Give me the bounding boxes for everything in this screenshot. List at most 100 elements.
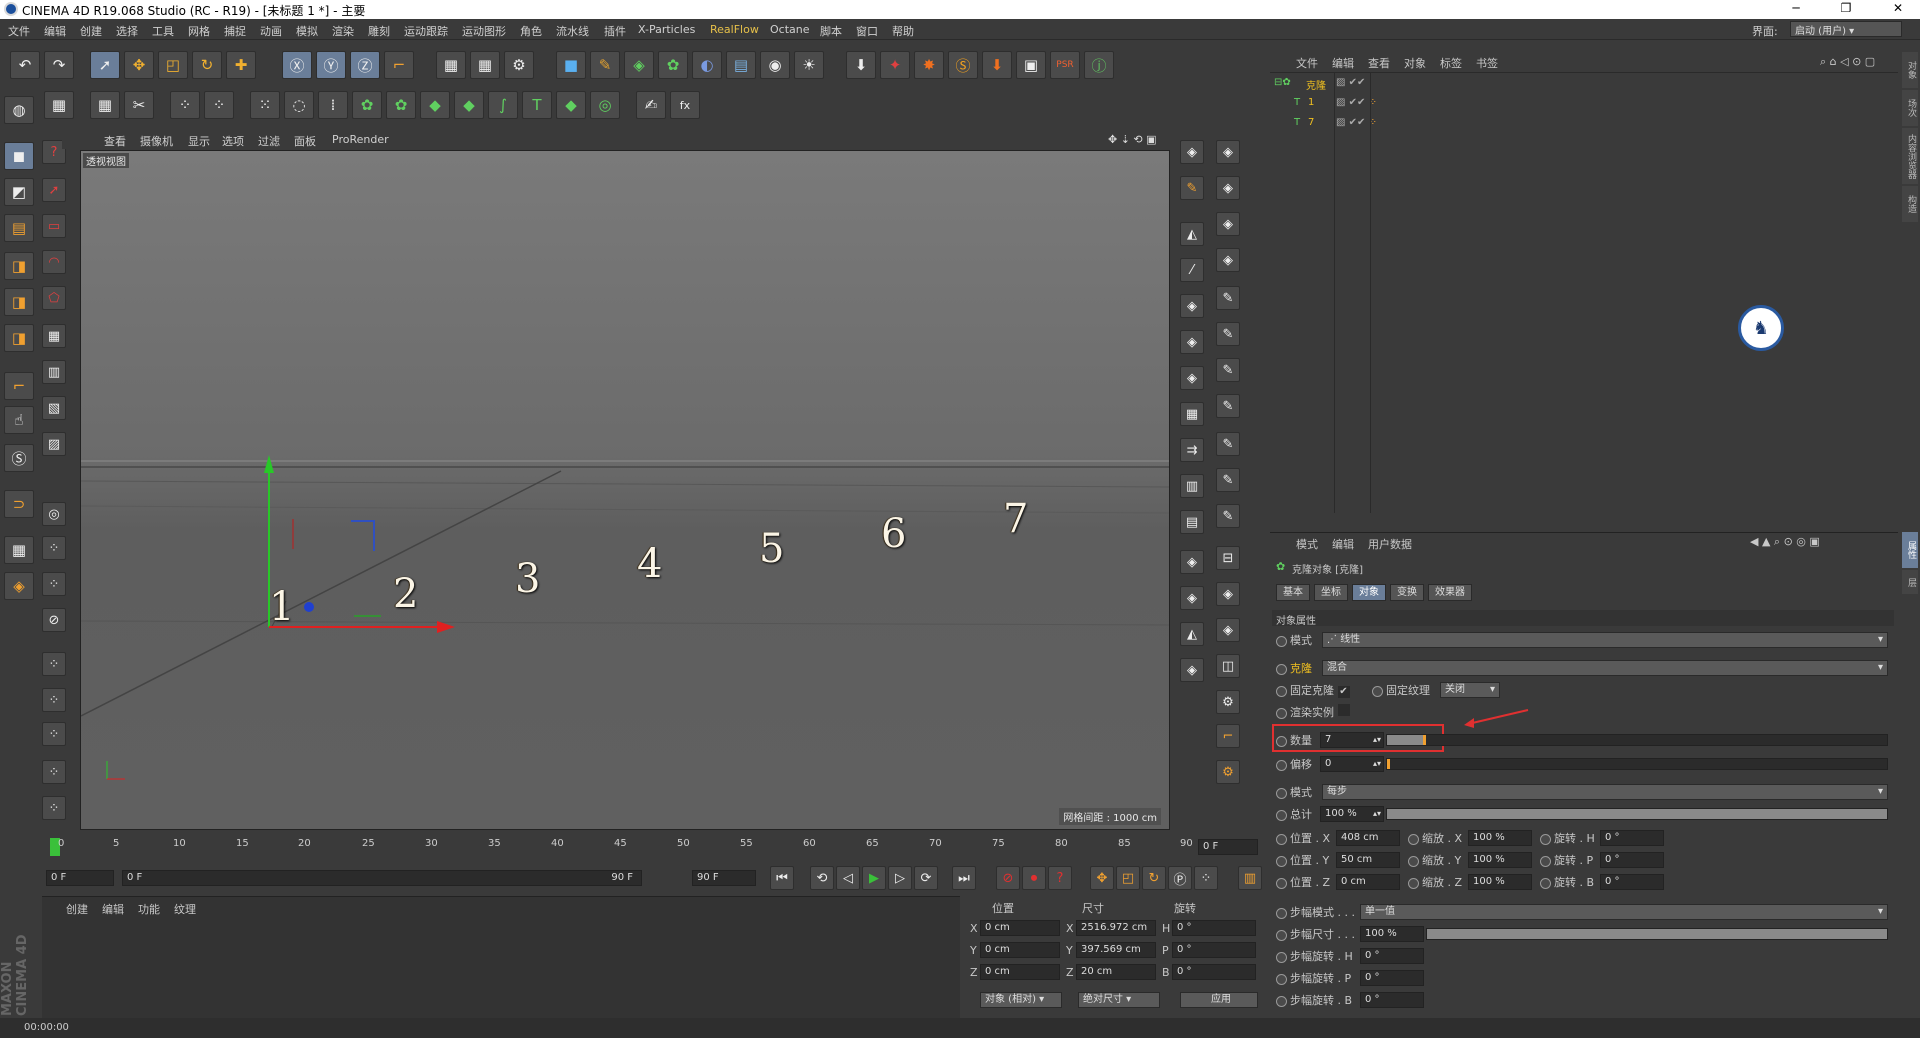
dots-icon[interactable]: ⁙	[250, 91, 280, 119]
fx-icon[interactable]: fx	[670, 91, 700, 119]
workplane-icon[interactable]: ▤	[4, 214, 34, 242]
step-rot-b-input[interactable]: 0 °	[1360, 992, 1424, 1008]
object-row-cloner[interactable]: ⊟✿ 克隆 ▨ ✔✔	[1270, 77, 1898, 94]
play-icon[interactable]: ▶	[862, 866, 886, 890]
mode2-dropdown[interactable]: 每步 ▾	[1322, 784, 1888, 800]
mat-menu-create[interactable]: 创建	[66, 901, 88, 917]
rt2-icon-15[interactable]: ◫	[1216, 654, 1240, 678]
rt-icon-5[interactable]: ◈	[1180, 294, 1204, 318]
rt2-icon-5[interactable]: ✎	[1216, 286, 1240, 310]
apply-button[interactable]: 应用	[1180, 992, 1258, 1008]
edges-mode-icon[interactable]: ◨	[4, 288, 34, 316]
viewport-menu-panel[interactable]: 面板	[294, 133, 316, 149]
tracer-icon[interactable]: ∫	[488, 91, 518, 119]
polygons-mode-icon[interactable]: ◨	[4, 324, 34, 352]
rt-icon-6[interactable]: ◈	[1180, 330, 1204, 354]
fracture-icon[interactable]: ◆	[556, 91, 586, 119]
menu-mesh[interactable]: 网格	[188, 23, 210, 39]
transform-icon[interactable]: ✚	[226, 51, 256, 79]
tool-i-icon[interactable]: ⁘	[42, 652, 66, 676]
view-layout-icon[interactable]: ▦	[44, 91, 74, 119]
rot-b-radio[interactable]	[1540, 877, 1551, 889]
key-position-icon[interactable]: ✥	[1090, 866, 1114, 890]
undo-icon[interactable]: ↶	[10, 51, 40, 79]
restore-icon[interactable]: ❐	[1836, 1, 1856, 15]
mode2-radio[interactable]	[1276, 787, 1287, 799]
axis-counter-icon[interactable]: ⌐	[1216, 724, 1240, 748]
text-icon[interactable]: T	[522, 91, 552, 119]
menu-octane[interactable]: Octane	[770, 23, 810, 36]
timeline-ruler[interactable]: 0 5 10 15 20 25 30 35 40 45 50 55 60 65 …	[46, 836, 1258, 858]
tool-j-icon[interactable]: ⁘	[42, 688, 66, 712]
step-rot-h-input[interactable]: 0 °	[1360, 948, 1424, 964]
om-menu-edit[interactable]: 编辑	[1332, 55, 1354, 71]
rt2-icon-1[interactable]: ◈	[1216, 140, 1240, 164]
menu-simulate[interactable]: 模拟	[296, 23, 318, 39]
magnet-icon[interactable]: ⊃	[4, 490, 34, 518]
right-tab-content-browser[interactable]: 内容浏览器	[1902, 128, 1918, 184]
next-frame-icon[interactable]: ▷	[888, 866, 912, 890]
edges-icon[interactable]: ⁘	[204, 91, 234, 119]
step-rot-p-radio[interactable]	[1276, 973, 1287, 985]
offset-input[interactable]: 0 ▴▾	[1320, 756, 1384, 772]
rt-icon-8[interactable]: ▦	[1180, 402, 1204, 426]
psr-icon[interactable]: PSR	[1050, 51, 1080, 79]
mode-dropdown[interactable]: ⋰ 线性 ▾	[1322, 632, 1888, 648]
key-pla-icon[interactable]: ⁘	[1194, 866, 1218, 890]
subdivision-icon[interactable]: ◈	[624, 51, 654, 79]
poly-select-icon[interactable]: ⬠	[42, 286, 66, 310]
snap-s-icon[interactable]: Ⓢ	[4, 444, 34, 472]
count-input[interactable]: 7 ▴▾	[1320, 732, 1384, 748]
mat-menu-edit[interactable]: 编辑	[102, 901, 124, 917]
rt2-icon-3[interactable]: ◈	[1216, 212, 1240, 236]
y-axis-icon[interactable]: Ⓨ	[316, 51, 346, 79]
mat-menu-function[interactable]: 功能	[138, 901, 160, 917]
rt-icon-3[interactable]: ◭	[1180, 222, 1204, 246]
tool-b-icon[interactable]: ▥	[42, 360, 66, 384]
next-key-icon[interactable]: ⟳	[914, 866, 938, 890]
fix-texture-dropdown[interactable]: 关闭 ▾	[1440, 682, 1500, 698]
tool-e-icon[interactable]: ◎	[42, 502, 66, 526]
go-to-start-icon[interactable]: ⏮	[770, 866, 794, 890]
rt2-icon-4[interactable]: ◈	[1216, 248, 1240, 272]
om-menu-bookmarks[interactable]: 书签	[1476, 55, 1498, 71]
offset-radio[interactable]	[1276, 759, 1287, 771]
rt2-icon-10[interactable]: ✎	[1216, 468, 1240, 492]
tool-h-icon[interactable]: ⊘	[42, 608, 66, 632]
om-menu-object[interactable]: 对象	[1404, 55, 1426, 71]
scale-x-input[interactable]: 100 %	[1468, 830, 1532, 846]
pen-icon[interactable]: ✎	[590, 51, 620, 79]
close-icon[interactable]: ✕	[1888, 1, 1908, 15]
redo-icon[interactable]: ↷	[44, 51, 74, 79]
right-tab-takes[interactable]: 场次	[1902, 90, 1918, 126]
scale-z-input[interactable]: 100 %	[1468, 874, 1532, 890]
frame-range-slider[interactable]: 0 F 90 F	[122, 870, 642, 886]
coord-mode-dropdown[interactable]: 对象 (相对) ▾	[980, 992, 1062, 1008]
coord-p-rot[interactable]: 0 °	[1172, 942, 1256, 958]
minimize-icon[interactable]: ─	[1786, 1, 1806, 15]
tool-f-icon[interactable]: ⁘	[42, 536, 66, 560]
menu-tools[interactable]: 工具	[152, 23, 174, 39]
go-to-end-icon[interactable]: ⏭	[952, 866, 976, 890]
mograph-3-icon[interactable]: ◆	[420, 91, 450, 119]
key-scale-icon[interactable]: ◰	[1116, 866, 1140, 890]
step-size-slider[interactable]	[1426, 928, 1888, 940]
live-select-icon[interactable]: ➚	[90, 51, 120, 79]
menu-create[interactable]: 创建	[80, 23, 102, 39]
rt2-icon-6[interactable]: ✎	[1216, 322, 1240, 346]
camera-icon[interactable]: ◉	[760, 51, 790, 79]
offset-slider[interactable]	[1386, 758, 1888, 770]
current-frame-field[interactable]: 0 F	[1198, 839, 1258, 855]
pos-z-input[interactable]: 0 cm	[1336, 874, 1400, 890]
pos-z-radio[interactable]	[1276, 877, 1287, 889]
menu-motion-tracking[interactable]: 运动跟踪	[404, 23, 448, 39]
menu-window[interactable]: 窗口	[856, 23, 878, 39]
viewport-menu-options[interactable]: 选项	[222, 133, 244, 149]
mograph-4-icon[interactable]: ◆	[454, 91, 484, 119]
model-mode-icon[interactable]: ◼	[4, 142, 34, 170]
grid-icon[interactable]: ▦	[90, 91, 120, 119]
spline-icon[interactable]: ◎	[590, 91, 620, 119]
right-tab-layers[interactable]: 层	[1902, 570, 1918, 594]
menu-select[interactable]: 选择	[116, 23, 138, 39]
attr-nav-icons[interactable]: ◀ ▲ ⌕ ⊙ ◎ ▣	[1750, 535, 1820, 549]
